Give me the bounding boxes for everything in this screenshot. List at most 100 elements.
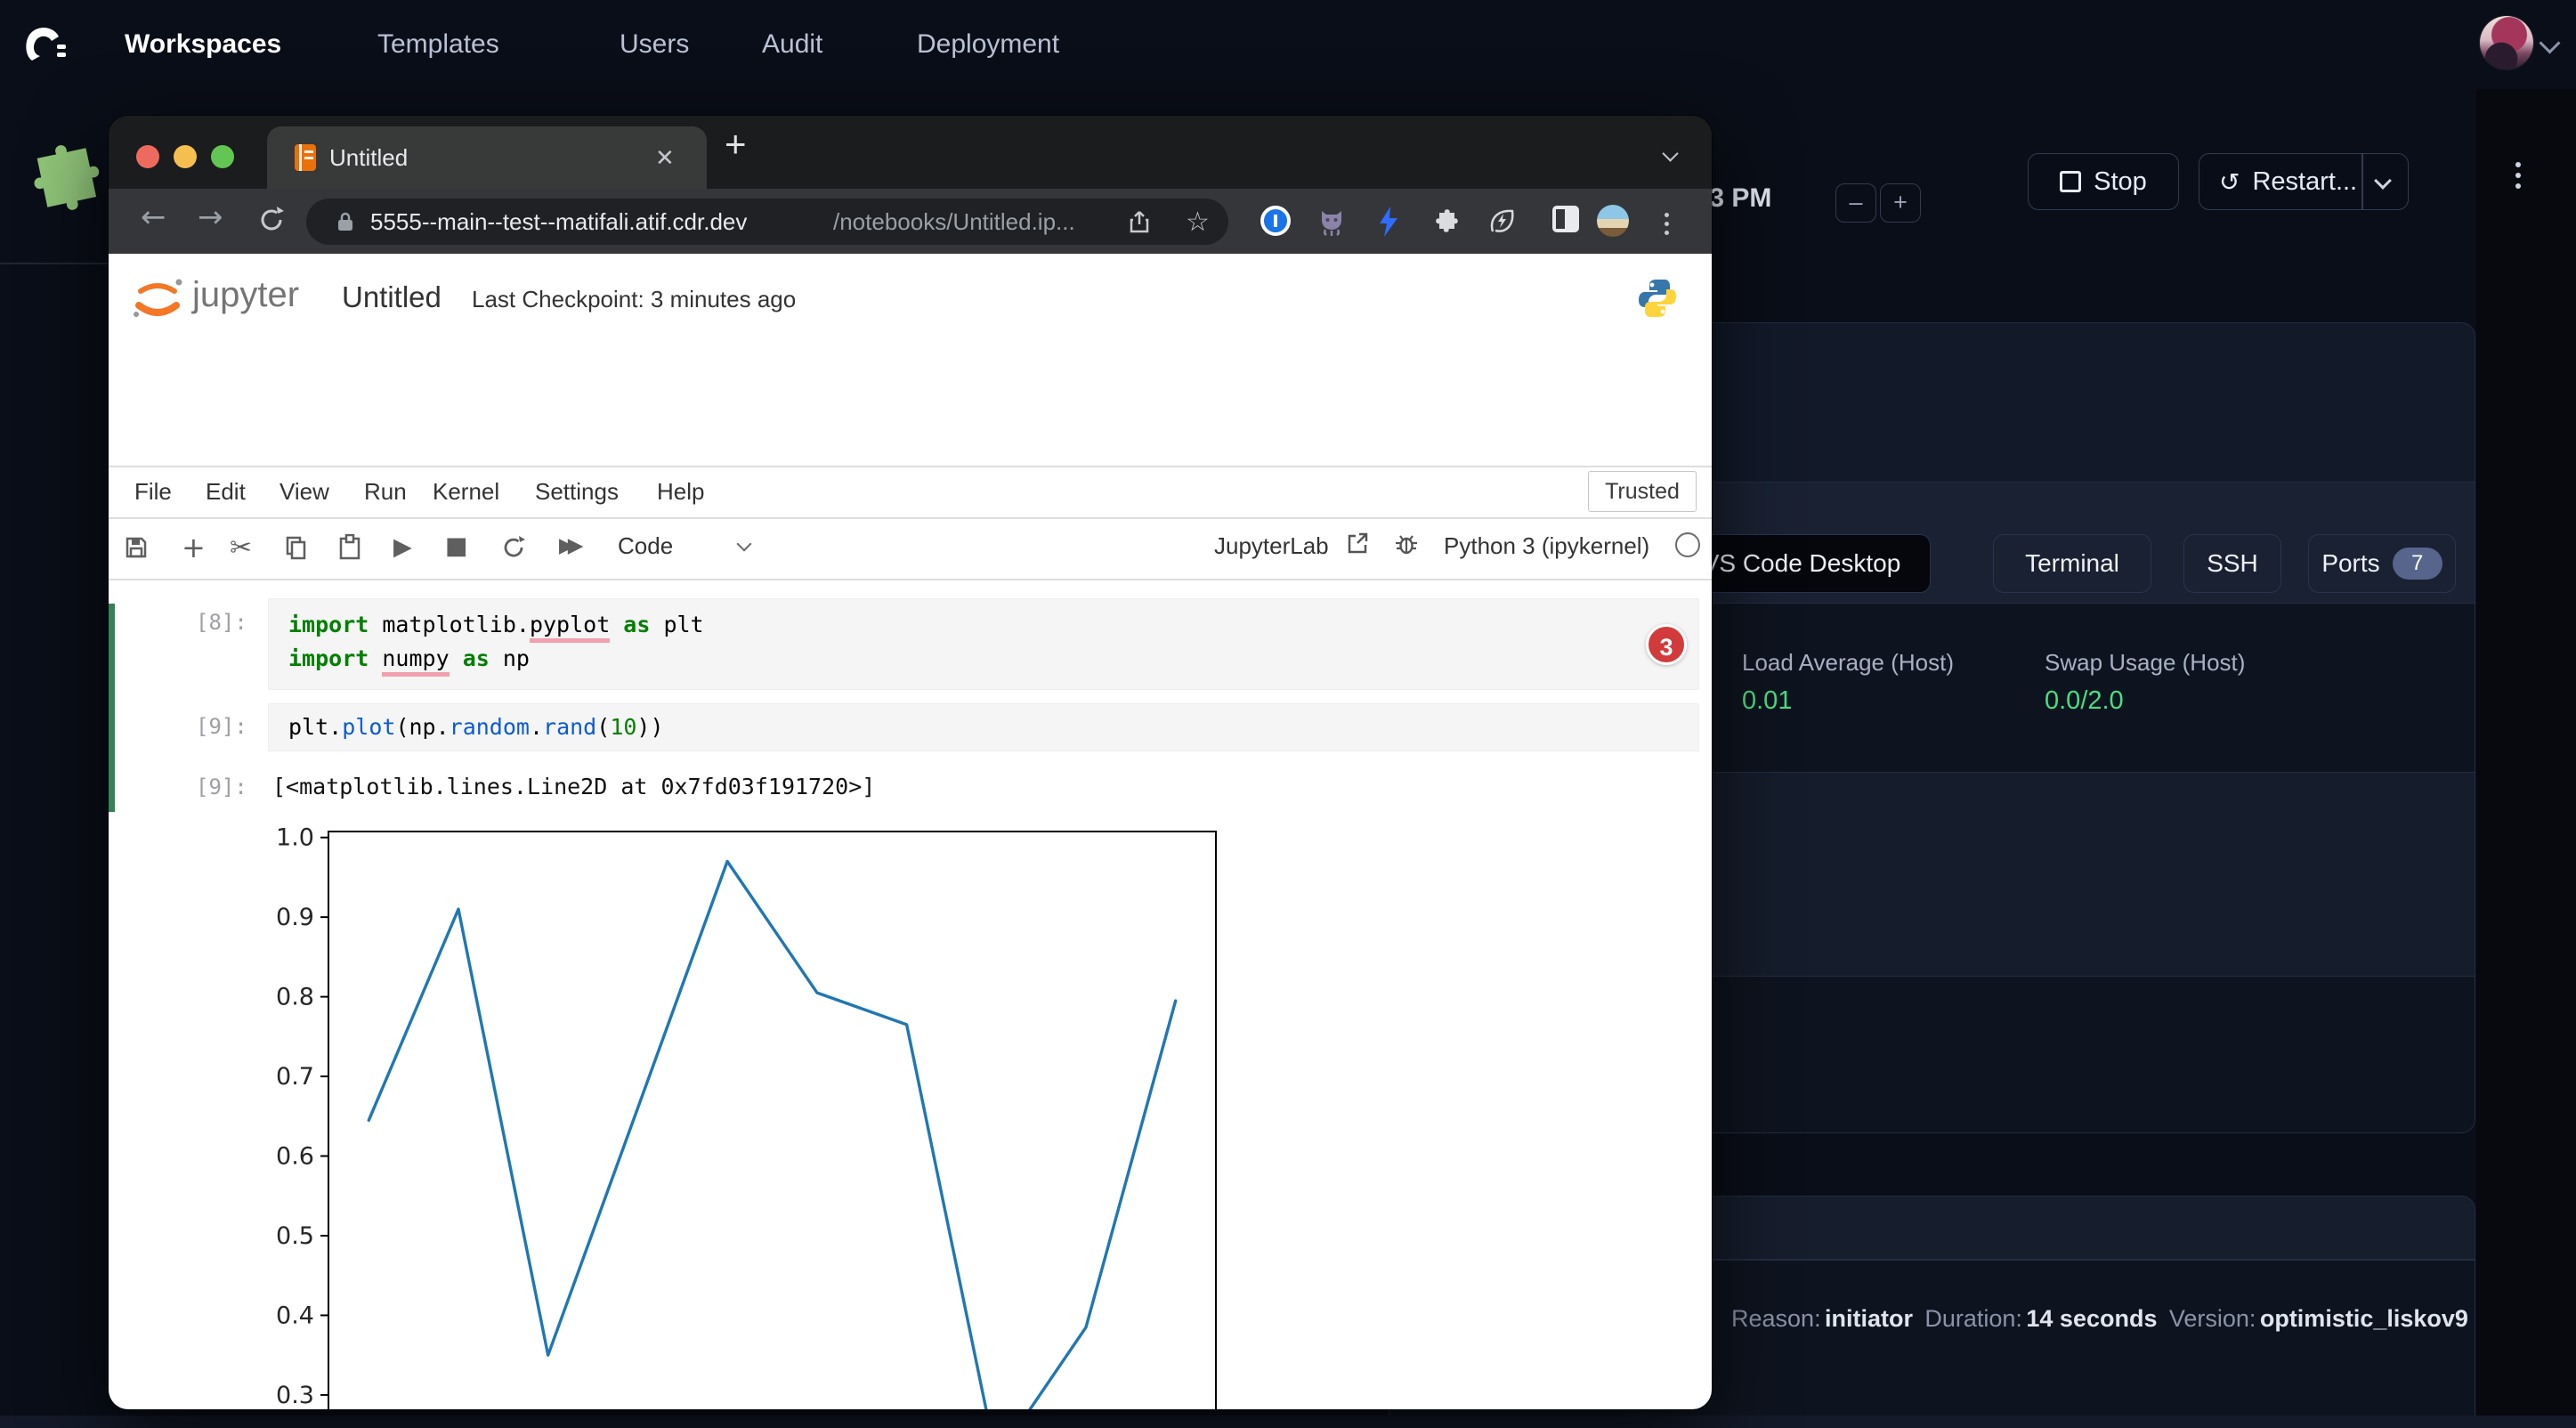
- menu-settings[interactable]: Settings: [535, 466, 619, 517]
- paste-cell-icon[interactable]: [338, 534, 361, 561]
- notebook-title[interactable]: Untitled: [342, 280, 441, 314]
- nav-item-templates[interactable]: Templates: [377, 0, 499, 89]
- ports-button[interactable]: Ports 7: [2308, 534, 2456, 593]
- bookmark-star-icon[interactable]: ☆: [1186, 207, 1210, 238]
- lightning-extension-icon[interactable]: [1374, 206, 1403, 238]
- url-path: /notebooks/Untitled.ip...: [833, 208, 1075, 236]
- ssh-button[interactable]: SSH: [2183, 534, 2281, 593]
- svg-text:0.5: 0.5: [276, 1222, 314, 1250]
- new-tab-button[interactable]: +: [725, 123, 747, 166]
- menu-kernel[interactable]: Kernel: [433, 466, 499, 517]
- reload-icon[interactable]: [256, 205, 287, 235]
- restart-button[interactable]: ↺ Restart...: [2199, 153, 2409, 210]
- python-logo-icon: [1636, 277, 1679, 320]
- version-value[interactable]: optimistic_liskov9: [2260, 1305, 2468, 1332]
- share-icon[interactable]: [1127, 209, 1152, 234]
- cell-type-select[interactable]: Code: [618, 532, 673, 560]
- menu-file[interactable]: File: [134, 466, 172, 517]
- chevron-down-icon[interactable]: [2539, 32, 2560, 53]
- coder-logo-icon[interactable]: [18, 18, 71, 71]
- address-bar[interactable]: 5555--main--test--matifali.atif.cdr.dev/…: [306, 199, 1228, 245]
- external-link-icon[interactable]: [1346, 531, 1369, 555]
- bottom-strip: [0, 1416, 2576, 1428]
- leaf-bolt-extension-icon[interactable]: [1486, 206, 1519, 238]
- cut-cell-icon[interactable]: ✂: [230, 532, 252, 564]
- stop-label: Stop: [2094, 167, 2147, 197]
- macos-zoom-button[interactable]: [211, 145, 234, 168]
- terminal-button[interactable]: Terminal: [1993, 534, 2151, 593]
- workspace-menu-kebab-icon[interactable]: [2515, 157, 2521, 194]
- duration-label: Duration:: [1924, 1305, 2022, 1332]
- collaborators-badge[interactable]: 3: [1646, 624, 1687, 665]
- menu-edit[interactable]: Edit: [206, 466, 246, 517]
- nav-item-deployment[interactable]: Deployment: [917, 0, 1059, 89]
- svg-text:1.0: 1.0: [276, 824, 314, 852]
- menu-help[interactable]: Help: [657, 466, 704, 517]
- cell9-prompt: [9]:: [196, 714, 247, 739]
- load-average-label: Load Average (Host): [1742, 649, 1954, 677]
- schedule-minus-button[interactable]: –: [1835, 183, 1876, 223]
- menu-view[interactable]: View: [279, 466, 329, 517]
- debugger-bug-icon[interactable]: [1394, 531, 1419, 556]
- tab-title: Untitled: [329, 144, 408, 172]
- cell8-input[interactable]: import matplotlib.pyplot as plt import n…: [268, 598, 1699, 690]
- side-panel-icon[interactable]: [1552, 206, 1579, 232]
- cell9-output-prompt: [9]:: [196, 775, 247, 799]
- page-right-gutter: [2476, 89, 2576, 1428]
- forward-icon[interactable]: →: [198, 199, 223, 235]
- chrome-menu-kebab-icon[interactable]: [1665, 208, 1669, 239]
- restart-label: Restart...: [2252, 167, 2357, 197]
- duration-value: 14 seconds: [2026, 1305, 2157, 1332]
- run-cell-icon[interactable]: ▶: [393, 533, 412, 561]
- sidebar-item-workspaces[interactable]: Workspaces: [125, 0, 281, 89]
- cell-type-chevron-icon[interactable]: [737, 537, 752, 552]
- interrupt-kernel-icon[interactable]: ■: [445, 532, 468, 560]
- back-icon[interactable]: ←: [141, 199, 166, 235]
- svg-text:0.8: 0.8: [276, 984, 314, 1011]
- jupyter-menu-bar: File Edit View Run Kernel Settings Help …: [109, 466, 1712, 517]
- jupyter-page: jupyter Untitled Last Checkpoint: 3 minu…: [109, 254, 1712, 1409]
- nav-item-users[interactable]: Users: [620, 0, 689, 89]
- octocat-extension-icon[interactable]: [1316, 206, 1348, 238]
- lock-icon: [335, 210, 356, 233]
- browser-tab[interactable]: Untitled ✕: [267, 126, 707, 189]
- restart-dropdown-chevron-icon[interactable]: [2374, 172, 2392, 190]
- clipped-code-line: import matplotlib.pyplot as plt: [287, 580, 1052, 590]
- restart-kernel-icon[interactable]: [500, 534, 527, 561]
- browser-tab-strip: Untitled ✕ +: [109, 116, 1712, 189]
- vscode-desktop-label: VS Code Desktop: [1703, 549, 1901, 578]
- cell9-input[interactable]: plt.plot(np.random.rand(10)): [268, 703, 1699, 751]
- svg-text:0.9: 0.9: [276, 904, 314, 931]
- copy-cell-icon[interactable]: [285, 535, 308, 560]
- extensions-puzzle-icon[interactable]: [1430, 206, 1462, 238]
- macos-close-button[interactable]: [136, 145, 159, 168]
- collaborator-cell-indicator: [109, 604, 115, 812]
- menu-run[interactable]: Run: [364, 466, 407, 517]
- add-cell-icon[interactable]: +: [182, 531, 206, 564]
- matplotlib-figure: 0.20.30.40.50.60.70.80.91.002468: [268, 806, 1265, 1409]
- terminal-label: Terminal: [2025, 549, 2119, 578]
- jupyterlab-link[interactable]: JupyterLab: [1214, 532, 1329, 560]
- tab-search-chevron-icon[interactable]: [1662, 145, 1678, 161]
- trusted-button[interactable]: Trusted: [1588, 471, 1697, 512]
- user-avatar[interactable]: [2480, 16, 2533, 69]
- kernel-name[interactable]: Python 3 (ipykernel): [1444, 532, 1649, 560]
- notebook-favicon: [292, 142, 319, 173]
- nav-item-audit[interactable]: Audit: [762, 0, 822, 89]
- ssh-label: SSH: [2207, 549, 2258, 578]
- password-manager-extension-icon[interactable]: [1260, 206, 1291, 236]
- browser-window: Untitled ✕ + ← → 5555--main--test--matif…: [109, 116, 1712, 1409]
- save-icon[interactable]: [125, 536, 148, 559]
- jupyter-logo-icon: [130, 273, 185, 325]
- schedule-plus-button[interactable]: +: [1880, 183, 1921, 223]
- jupyter-brand: jupyter: [192, 275, 299, 315]
- tab-close-icon[interactable]: ✕: [655, 144, 675, 172]
- top-nav: Workspaces Templates Users Audit Deploym…: [0, 0, 2576, 89]
- stop-icon: [2060, 171, 2081, 192]
- chrome-profile-avatar[interactable]: [1597, 205, 1629, 237]
- macos-minimize-button[interactable]: [174, 145, 197, 168]
- notebook-toolbar: + ✂ ▶ ■ ▶▶ Code JupyterLab: [109, 517, 1712, 579]
- stop-button[interactable]: Stop: [2028, 153, 2179, 210]
- run-all-icon[interactable]: ▶▶: [559, 534, 576, 557]
- build-meta-row: Reason: initiator Duration: 14 seconds V…: [1731, 1305, 2468, 1333]
